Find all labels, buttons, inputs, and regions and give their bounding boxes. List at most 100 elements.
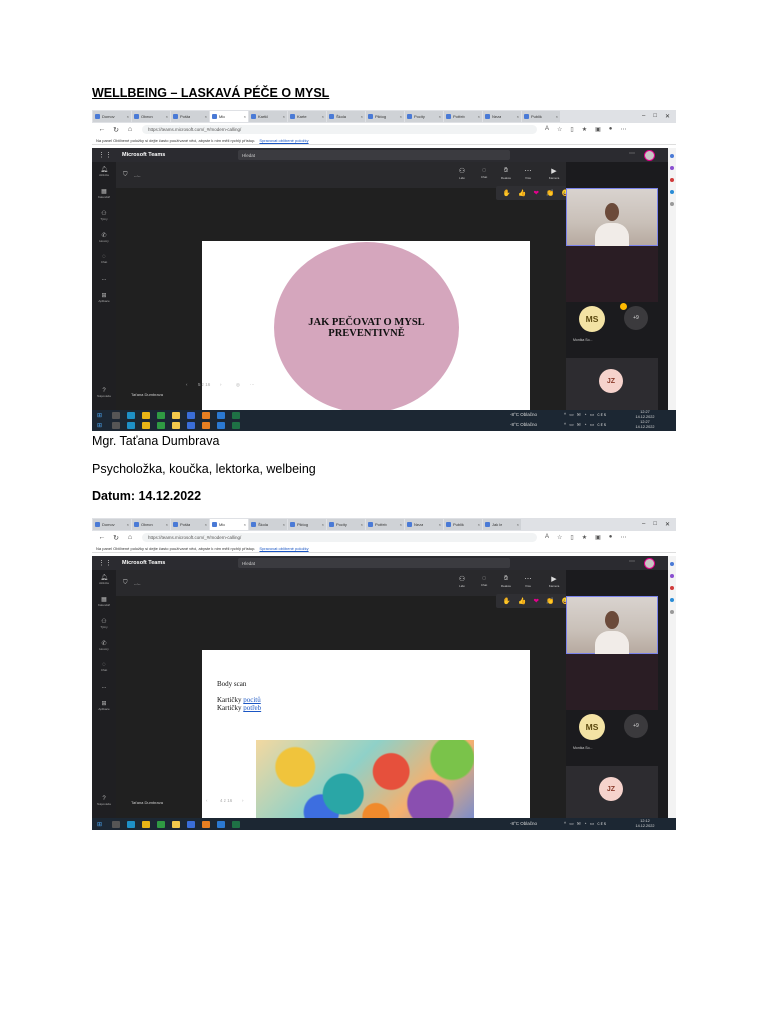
browser-tab[interactable]: Potřeb × bbox=[366, 519, 404, 530]
people-button[interactable]: ⚇ Lidé bbox=[452, 575, 472, 588]
slide-next-icon[interactable]: › bbox=[242, 798, 244, 803]
avatar[interactable] bbox=[644, 150, 655, 161]
browser-tab[interactable]: Publik × bbox=[522, 111, 560, 122]
powerpoint-icon[interactable] bbox=[202, 411, 210, 419]
slide-more-icon[interactable]: ⋯ bbox=[250, 382, 255, 388]
avatar[interactable]: MS bbox=[579, 714, 605, 740]
explorer-icon[interactable] bbox=[172, 411, 180, 419]
browser-tab[interactable]: Pocity × bbox=[405, 111, 443, 122]
browser-tab[interactable]: Domov × bbox=[93, 111, 131, 122]
reactions-button[interactable]: ✋︎ Reakce bbox=[496, 167, 516, 180]
browser-tab[interactable]: Škola × bbox=[327, 111, 365, 122]
rail-item-teams[interactable]: ⚇ Týmy bbox=[92, 618, 116, 629]
close-icon[interactable]: × bbox=[165, 114, 168, 119]
outlook-icon[interactable] bbox=[670, 190, 674, 194]
back-icon[interactable]: ← bbox=[98, 534, 106, 541]
rail-item-calendar[interactable]: ▦ Kalendář bbox=[92, 188, 116, 199]
sparkle-icon[interactable] bbox=[670, 166, 674, 170]
word-icon[interactable] bbox=[187, 422, 195, 429]
rail-item-chat[interactable]: ◌ Chat bbox=[92, 662, 116, 672]
avatar[interactable]: JZ bbox=[599, 777, 623, 801]
browser-tab[interactable]: Jak le × bbox=[483, 519, 521, 530]
heart-icon[interactable]: ❤ bbox=[534, 597, 539, 605]
app-launcher-icon[interactable]: ⋮⋮ bbox=[98, 559, 112, 567]
browser-tab[interactable]: Obecn × bbox=[132, 111, 170, 122]
browser-tab[interactable]: Piktog × bbox=[366, 111, 404, 122]
browser-tab[interactable]: Neza × bbox=[483, 111, 521, 122]
chrome-icon[interactable] bbox=[157, 422, 165, 429]
clock[interactable]: 12:27 14.12.2022 bbox=[632, 410, 658, 420]
close-icon[interactable]: × bbox=[516, 522, 519, 527]
clock[interactable]: 12:27 14.12.2022 bbox=[632, 420, 658, 430]
chrome-icon[interactable] bbox=[157, 411, 165, 419]
rail-item-apps[interactable]: ⊞ Aplikace bbox=[92, 292, 116, 303]
needs-cards-link[interactable]: potřeb bbox=[243, 704, 261, 712]
collections-icon[interactable]: ▣ bbox=[595, 534, 601, 541]
sparkle-icon[interactable] bbox=[670, 574, 674, 578]
maximize-icon[interactable]: □ bbox=[653, 113, 657, 120]
back-icon[interactable]: ← bbox=[98, 126, 106, 133]
close-icon[interactable]: × bbox=[204, 522, 207, 527]
more-participants[interactable]: +9 bbox=[624, 714, 648, 738]
browser-tab[interactable]: Kartič × bbox=[249, 111, 287, 122]
more-button[interactable]: ⋯ Více bbox=[518, 575, 538, 588]
browser-tab[interactable]: Pošta × bbox=[171, 519, 209, 530]
browser-tab[interactable]: Piktog × bbox=[288, 519, 326, 530]
close-window-icon[interactable]: ✕ bbox=[665, 113, 670, 120]
sync-icon[interactable]: ◎ bbox=[236, 382, 240, 388]
close-icon[interactable]: × bbox=[282, 114, 285, 119]
close-icon[interactable]: × bbox=[321, 522, 324, 527]
reactions-button[interactable]: ✋︎ Reakce bbox=[496, 575, 516, 588]
rail-item-more[interactable]: ... bbox=[92, 684, 116, 690]
reload-icon[interactable]: ↻ bbox=[112, 126, 120, 134]
browser-tab[interactable]: Neza × bbox=[405, 519, 443, 530]
browser-tab[interactable]: Publik × bbox=[444, 519, 482, 530]
search-icon[interactable] bbox=[112, 411, 120, 419]
chrome-icon[interactable] bbox=[142, 422, 150, 429]
outlook-icon[interactable] bbox=[670, 598, 674, 602]
more-button[interactable]: ⋯ Více bbox=[518, 167, 538, 180]
browser-tab[interactable]: Domov × bbox=[93, 519, 131, 530]
heart-icon[interactable]: ❤ bbox=[534, 189, 539, 197]
browser-tab[interactable]: Karte × bbox=[288, 111, 326, 122]
home-icon[interactable]: ⌂ bbox=[126, 534, 134, 541]
slide-next-icon[interactable]: › bbox=[220, 382, 222, 387]
clock[interactable]: 12:12 14.12.2022 bbox=[632, 819, 658, 829]
add-icon[interactable] bbox=[670, 610, 674, 614]
close-icon[interactable]: × bbox=[243, 114, 246, 119]
like-icon[interactable]: 👍 bbox=[518, 189, 526, 197]
browser-tab-active[interactable]: Mic × bbox=[210, 111, 248, 122]
menu-icon[interactable]: ⋯ bbox=[620, 126, 626, 133]
close-window-icon[interactable]: ✕ bbox=[665, 521, 670, 528]
rail-item-teams[interactable]: ⚇ Týmy bbox=[92, 210, 116, 221]
search-icon[interactable] bbox=[670, 562, 674, 566]
edge-icon[interactable] bbox=[127, 411, 135, 419]
browser-tab[interactable]: Škola × bbox=[249, 519, 287, 530]
minimize-icon[interactable]: – bbox=[642, 521, 645, 528]
windows-start-icon[interactable]: ⊞ bbox=[97, 412, 105, 419]
close-icon[interactable]: × bbox=[360, 114, 363, 119]
chat-button[interactable]: ◌ Chat bbox=[474, 575, 494, 587]
split-icon[interactable]: ▯ bbox=[570, 534, 573, 541]
office-icon[interactable] bbox=[670, 178, 674, 182]
minimize-icon[interactable]: – bbox=[642, 113, 645, 120]
avatar[interactable]: JZ bbox=[599, 369, 623, 393]
app-launcher-icon[interactable]: ⋮⋮ bbox=[98, 151, 112, 159]
avatar[interactable] bbox=[644, 558, 655, 569]
close-icon[interactable]: × bbox=[555, 114, 558, 119]
close-icon[interactable]: × bbox=[516, 114, 519, 119]
raise-hand-icon[interactable]: ✋ bbox=[503, 597, 511, 605]
close-icon[interactable]: × bbox=[438, 522, 441, 527]
profile-icon[interactable]: ● bbox=[609, 126, 613, 133]
rail-item-calendar[interactable]: ▦ Kalendář bbox=[92, 596, 116, 607]
url-input[interactable]: https://teams.microsoft.com/_#/modern-ca… bbox=[142, 125, 537, 134]
powerpoint-icon[interactable] bbox=[202, 422, 210, 429]
browser-tab[interactable]: Potřeb × bbox=[444, 111, 482, 122]
close-icon[interactable]: × bbox=[243, 522, 246, 527]
weather-widget[interactable]: -8°C Oblačno bbox=[510, 422, 537, 427]
maximize-icon[interactable]: □ bbox=[653, 521, 657, 528]
reload-icon[interactable]: ↻ bbox=[112, 534, 120, 542]
outlook-icon[interactable] bbox=[217, 820, 225, 828]
rail-item-activity[interactable]: 🔔︎ Aktivita bbox=[92, 166, 116, 177]
chrome-icon[interactable] bbox=[142, 820, 150, 828]
